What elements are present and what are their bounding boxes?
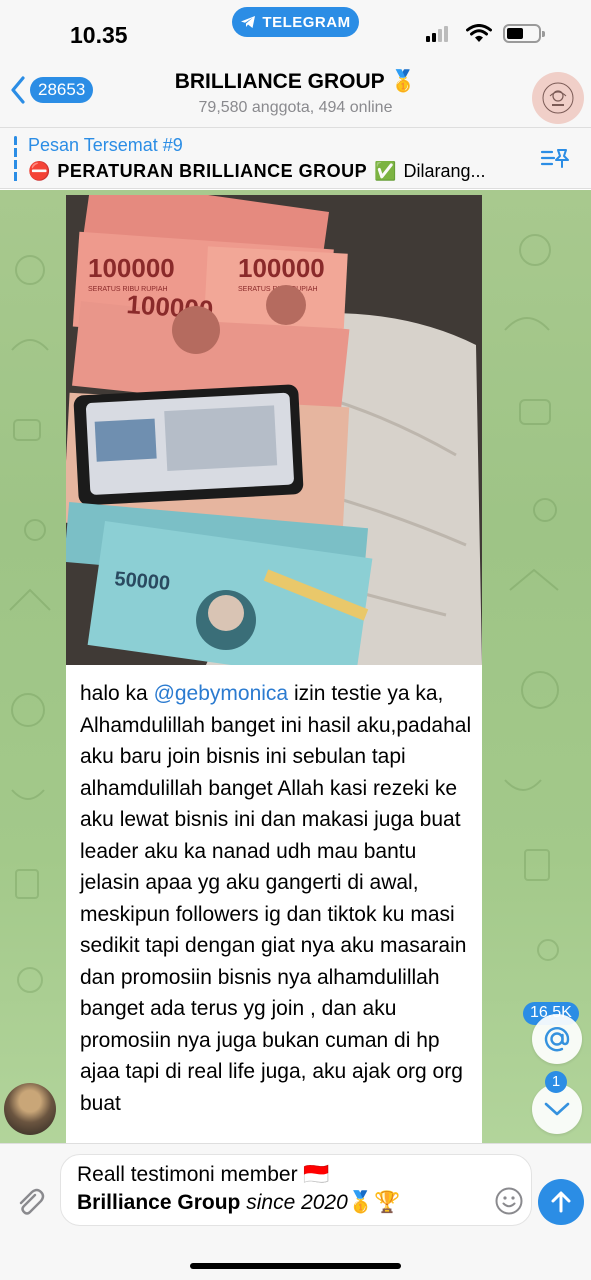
pinned-preview: ⛔ PERATURAN BRILLIANCE GROUP ✅ Dilarang.… <box>28 161 486 182</box>
no-entry-icon: ⛔ <box>28 161 51 181</box>
chat-title[interactable]: BRILLIANCE GROUP 🥇 <box>0 70 591 94</box>
mentions-button[interactable] <box>532 1014 582 1064</box>
battery-icon <box>503 24 545 43</box>
banknote-value: 100000 <box>88 253 175 283</box>
at-sign-icon <box>544 1027 570 1052</box>
telegram-icon <box>241 16 256 28</box>
input-italic-text: since 2020 <box>246 1191 348 1214</box>
group-avatar[interactable] <box>532 72 584 124</box>
input-line-2: Brilliance Group since 2020🥇🏆 <box>77 1191 400 1215</box>
arrow-up-icon <box>551 1191 571 1213</box>
input-line-1: Reall testimoni member 🇮🇩 <box>77 1163 330 1187</box>
telegram-pill-label: TELEGRAM <box>262 13 351 31</box>
user-mention-link[interactable]: @gebymonica <box>154 682 289 705</box>
money-photo: 100000 SERATUS RIBU RUPIAH 100000 SERATU… <box>66 195 482 665</box>
chat-header: 28653 BRILLIANCE GROUP 🥇 79,580 anggota,… <box>0 64 591 127</box>
gold-medal-icon: 🥇 <box>390 70 417 93</box>
input-bold-text: Brilliance Group <box>77 1191 241 1214</box>
message-photo[interactable]: 100000 SERATUS RIBU RUPIAH 100000 SERATU… <box>66 195 482 665</box>
check-mark-icon: ✅ <box>374 161 397 181</box>
banknote-value: 100000 <box>238 253 325 283</box>
sticker-emoji-icon[interactable] <box>494 1186 524 1216</box>
chat-title-text: BRILLIANCE GROUP <box>174 70 385 93</box>
group-logo-icon <box>542 82 574 114</box>
message-text: halo ka @gebymonica izin testie ya ka, A… <box>80 678 476 1119</box>
message-input-field[interactable]: Reall testimoni member 🇮🇩 Brilliance Gro… <box>60 1154 532 1226</box>
wifi-icon <box>466 24 492 42</box>
chat-subtitle: 79,580 anggota, 494 online <box>198 99 393 116</box>
chat-area[interactable]: 100000 SERATUS RIBU RUPIAH 100000 SERATU… <box>0 190 591 1143</box>
telegram-pill[interactable]: TELEGRAM <box>232 7 359 37</box>
indonesia-flag-icon: 🇮🇩 <box>303 1163 330 1186</box>
message-bubble[interactable]: 100000 SERATUS RIBU RUPIAH 100000 SERATU… <box>66 195 482 1143</box>
message-body: izin testie ya ka, Alhamdulillah banget … <box>80 682 472 1115</box>
sender-avatar[interactable] <box>4 1083 56 1135</box>
input-text: Reall testimoni member <box>77 1163 298 1186</box>
chevron-down-icon <box>544 1102 570 1116</box>
pinned-message-bar[interactable]: Pesan Tersemat #9 ⛔ PERATURAN BRILLIANCE… <box>0 127 591 189</box>
unread-scroll-badge: 1 <box>545 1071 567 1093</box>
clock: 10.35 <box>70 22 128 48</box>
pinned-indicator <box>14 136 17 182</box>
pinned-preview-bold: PERATURAN BRILLIANCE GROUP <box>57 161 368 181</box>
message-greeting: halo ka <box>80 682 148 705</box>
send-button[interactable] <box>538 1179 584 1225</box>
pinned-title: Pesan Tersemat #9 <box>28 135 183 155</box>
pinned-preview-rest: Dilarang... <box>403 161 486 181</box>
pinned-list-icon[interactable] <box>540 146 570 170</box>
paperclip-icon[interactable] <box>14 1186 46 1218</box>
medal-trophy-icon: 🥇🏆 <box>347 1191 401 1214</box>
status-bar: 10.35 TELEGRAM <box>0 0 591 64</box>
home-indicator <box>190 1263 401 1269</box>
cellular-signal-icon <box>426 26 448 42</box>
message-input-bar: Reall testimoni member 🇮🇩 Brilliance Gro… <box>0 1143 591 1280</box>
